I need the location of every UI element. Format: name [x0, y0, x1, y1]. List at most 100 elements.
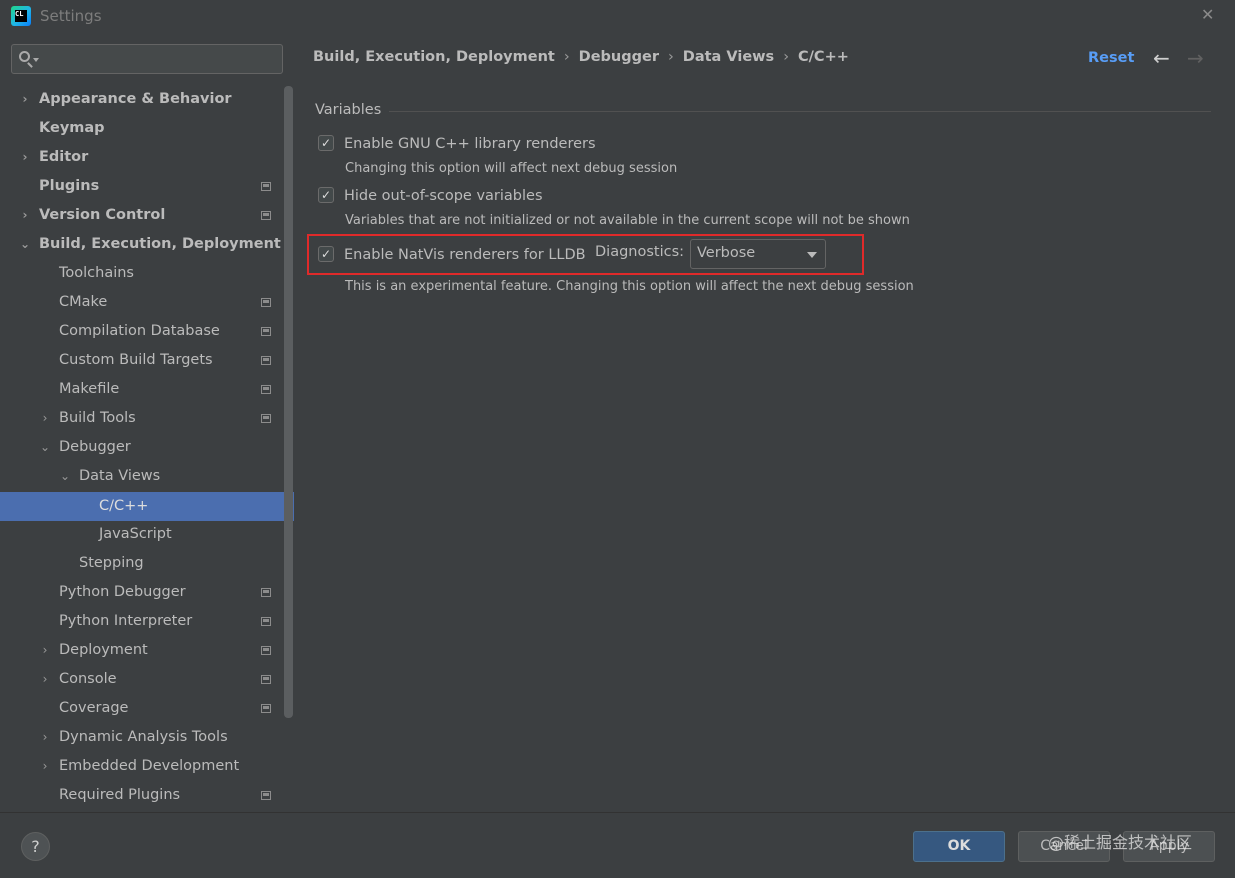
tree-item-label: Custom Build Targets [59, 352, 213, 368]
tree-item-build-tools[interactable]: › Build Tools [0, 404, 294, 433]
project-settings-icon [261, 646, 271, 655]
tree-item-cmake[interactable]: CMake [0, 288, 294, 317]
tree-item-toolchains[interactable]: Toolchains [0, 259, 294, 288]
tree-item-label: Appearance & Behavior [39, 91, 232, 107]
dropdown-arrow-icon[interactable] [807, 252, 817, 258]
tree-item-version-control[interactable]: › Version Control [0, 201, 294, 230]
option-description: Changing this option will affect next de… [345, 161, 678, 176]
diagnostics-label: Diagnostics: [595, 244, 685, 260]
tree-item-makefile[interactable]: Makefile [0, 375, 294, 404]
chevron-right-icon[interactable]: › [18, 85, 32, 114]
title-bar: CL Settings ✕ [0, 0, 1235, 32]
project-settings-icon [261, 385, 271, 394]
breadcrumb-item[interactable]: Debugger [579, 49, 659, 65]
tree-item-appearance-behavior[interactable]: › Appearance & Behavior [0, 85, 294, 114]
tree-item-python-interpreter[interactable]: Python Interpreter [0, 607, 294, 636]
tree-item-data-views[interactable]: ⌄ Data Views [0, 462, 294, 491]
checkbox-label[interactable]: Hide out-of-scope variables [344, 185, 543, 207]
clion-app-icon: CL [11, 6, 31, 26]
app-icon-text: CL [15, 10, 27, 22]
chevron-right-icon[interactable]: › [18, 201, 32, 230]
chevron-down-icon[interactable]: ⌄ [18, 230, 32, 259]
project-settings-icon [261, 298, 271, 307]
tree-item-build-execution-deployment[interactable]: ⌄ Build, Execution, Deployment [0, 230, 294, 259]
project-settings-icon [261, 791, 271, 800]
reset-link[interactable]: Reset [1088, 50, 1134, 66]
tree-item-label: Embedded Development [59, 758, 240, 774]
chevron-right-icon[interactable]: › [38, 752, 52, 781]
tree-item-debugger[interactable]: ⌄ Debugger [0, 433, 294, 462]
tree-item-label: Keymap [39, 120, 105, 136]
chevron-right-icon[interactable]: › [18, 143, 32, 172]
settings-content-panel: Build, Execution, Deployment › Debugger › Da… [294, 32, 1235, 812]
watermark: @稀土掘金技术社区 [1048, 833, 1193, 852]
settings-search-input[interactable] [42, 48, 276, 72]
tree-item-label: Console [59, 671, 117, 687]
project-settings-icon [261, 211, 271, 220]
forward-arrow-icon[interactable]: → [1187, 46, 1204, 70]
tree-item-label: Data Views [79, 468, 161, 484]
checkbox-label[interactable]: Enable GNU C++ library renderers [344, 133, 596, 155]
tree-item-label: Compilation Database [59, 323, 220, 339]
tree-item-label: Stepping [79, 555, 144, 571]
tree-item-c-cpp[interactable]: C/C++ [0, 492, 294, 521]
window-title: Settings [40, 7, 102, 25]
ok-button[interactable]: OK [913, 831, 1005, 862]
tree-item-required-plugins[interactable]: Required Plugins [0, 781, 294, 810]
breadcrumb-item[interactable]: Data Views [683, 49, 774, 65]
help-button[interactable]: ? [21, 832, 50, 861]
chevron-right-icon[interactable]: › [38, 723, 52, 752]
tree-item-keymap[interactable]: Keymap [0, 114, 294, 143]
close-icon[interactable]: ✕ [1201, 5, 1214, 24]
breadcrumb-separator: › [783, 49, 789, 65]
project-settings-icon [261, 414, 271, 423]
tree-item-label: Deployment [59, 642, 148, 658]
tree-item-embedded-development[interactable]: › Embedded Development [0, 752, 294, 781]
breadcrumb-separator: › [667, 49, 674, 65]
breadcrumb-item: C/C++ [798, 49, 849, 65]
project-settings-icon [261, 704, 271, 713]
diagnostics-dropdown[interactable]: Verbose [690, 239, 826, 269]
sidebar-scrollbar[interactable] [284, 86, 293, 718]
option-description: Variables that are not initialized or no… [345, 213, 910, 228]
project-settings-icon [261, 588, 271, 597]
tree-item-custom-build-targets[interactable]: Custom Build Targets [0, 346, 294, 375]
checkbox-label[interactable]: Enable NatVis renderers for LLDB [344, 244, 586, 266]
tree-item-label: Build, Execution, Deployment [39, 236, 281, 252]
group-divider [389, 111, 1211, 112]
project-settings-icon [261, 675, 271, 684]
settings-search-box[interactable] [11, 44, 283, 74]
project-settings-icon [261, 182, 271, 191]
chevron-right-icon[interactable]: › [38, 665, 52, 694]
back-arrow-icon[interactable]: ← [1153, 46, 1170, 70]
tree-item-editor[interactable]: › Editor [0, 143, 294, 172]
breadcrumb: Build, Execution, Deployment › Debugger › Da… [313, 49, 849, 65]
chevron-right-icon[interactable]: › [38, 636, 52, 665]
project-settings-icon [261, 617, 271, 626]
tree-item-dynamic-analysis-tools[interactable]: › Dynamic Analysis Tools [0, 723, 294, 752]
tree-item-plugins[interactable]: Plugins [0, 172, 294, 201]
tree-item-python-debugger[interactable]: Python Debugger [0, 578, 294, 607]
tree-item-label: Version Control [39, 207, 166, 223]
enable-natvis-checkbox[interactable]: ✓ [318, 246, 334, 262]
tree-item-label: Python Interpreter [59, 613, 193, 629]
tree-item-stepping[interactable]: Stepping [0, 549, 294, 578]
tree-item-deployment[interactable]: › Deployment [0, 636, 294, 665]
tree-item-javascript[interactable]: JavaScript [0, 520, 294, 549]
enable-gnu-renderers-checkbox[interactable]: ✓ [318, 135, 334, 151]
breadcrumb-item[interactable]: Build, Execution, Deployment [313, 49, 555, 65]
tree-item-label: Build Tools [59, 410, 136, 426]
tree-item-compilation-database[interactable]: Compilation Database [0, 317, 294, 346]
tree-item-coverage[interactable]: Coverage [0, 694, 294, 723]
search-history-caret-icon[interactable] [33, 58, 39, 62]
tree-item-label: CMake [59, 294, 108, 310]
hide-out-of-scope-checkbox[interactable]: ✓ [318, 187, 334, 203]
tree-item-label: Python Debugger [59, 584, 186, 600]
variables-group-title: Variables [315, 102, 382, 118]
diagnostics-selected-value: Verbose [697, 245, 756, 261]
chevron-down-icon[interactable]: ⌄ [38, 433, 52, 462]
tree-item-console[interactable]: › Console [0, 665, 294, 694]
chevron-right-icon[interactable]: › [38, 404, 52, 433]
search-icon [19, 51, 30, 62]
chevron-down-icon[interactable]: ⌄ [58, 462, 72, 491]
